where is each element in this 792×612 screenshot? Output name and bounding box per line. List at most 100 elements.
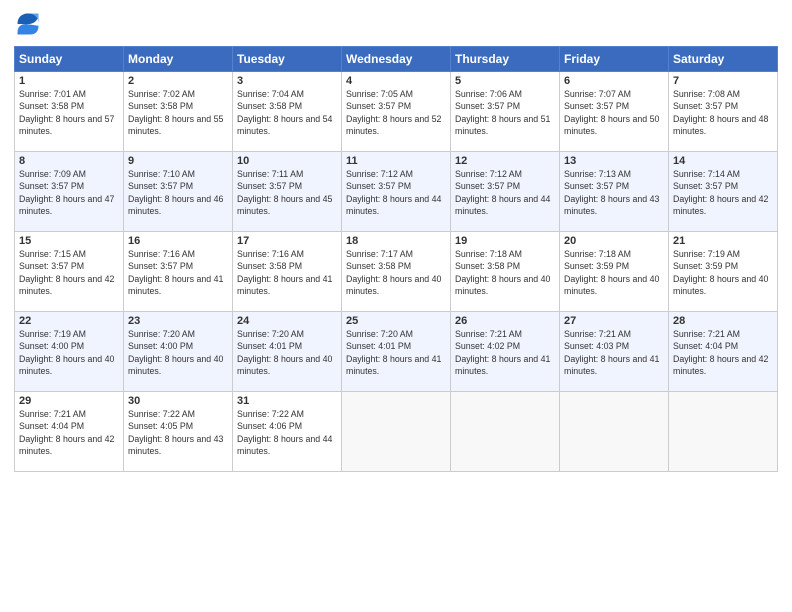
day-info: Sunrise: 7:20 AM Sunset: 4:01 PM Dayligh…: [346, 328, 446, 377]
daylight: Daylight: 8 hours and 42 minutes.: [673, 354, 768, 376]
calendar-cell: 26 Sunrise: 7:21 AM Sunset: 4:02 PM Dayl…: [451, 312, 560, 392]
header: [14, 10, 778, 38]
day-number: 30: [128, 395, 228, 407]
calendar-header-friday: Friday: [560, 47, 669, 72]
sunrise: Sunrise: 7:12 AM: [455, 169, 522, 179]
sunrise: Sunrise: 7:08 AM: [673, 89, 740, 99]
calendar-cell: 3 Sunrise: 7:04 AM Sunset: 3:58 PM Dayli…: [233, 72, 342, 152]
sunset: Sunset: 3:59 PM: [673, 261, 738, 271]
week-row-3: 15 Sunrise: 7:15 AM Sunset: 3:57 PM Dayl…: [15, 232, 778, 312]
sunrise: Sunrise: 7:01 AM: [19, 89, 86, 99]
sunrise: Sunrise: 7:21 AM: [455, 329, 522, 339]
daylight: Daylight: 8 hours and 40 minutes.: [19, 354, 114, 376]
calendar-cell: 10 Sunrise: 7:11 AM Sunset: 3:57 PM Dayl…: [233, 152, 342, 232]
daylight: Daylight: 8 hours and 52 minutes.: [346, 114, 441, 136]
day-info: Sunrise: 7:04 AM Sunset: 3:58 PM Dayligh…: [237, 88, 337, 137]
logo-icon: [14, 10, 42, 38]
day-info: Sunrise: 7:14 AM Sunset: 3:57 PM Dayligh…: [673, 168, 773, 217]
day-info: Sunrise: 7:22 AM Sunset: 4:06 PM Dayligh…: [237, 408, 337, 457]
day-info: Sunrise: 7:10 AM Sunset: 3:57 PM Dayligh…: [128, 168, 228, 217]
calendar-cell: 27 Sunrise: 7:21 AM Sunset: 4:03 PM Dayl…: [560, 312, 669, 392]
daylight: Daylight: 8 hours and 42 minutes.: [19, 274, 114, 296]
sunset: Sunset: 3:57 PM: [19, 261, 84, 271]
day-info: Sunrise: 7:20 AM Sunset: 4:01 PM Dayligh…: [237, 328, 337, 377]
daylight: Daylight: 8 hours and 41 minutes.: [237, 274, 332, 296]
sunset: Sunset: 3:57 PM: [346, 101, 411, 111]
daylight: Daylight: 8 hours and 40 minutes.: [346, 274, 441, 296]
daylight: Daylight: 8 hours and 43 minutes.: [128, 434, 223, 456]
sunrise: Sunrise: 7:05 AM: [346, 89, 413, 99]
sunset: Sunset: 3:59 PM: [564, 261, 629, 271]
day-info: Sunrise: 7:21 AM Sunset: 4:04 PM Dayligh…: [673, 328, 773, 377]
day-number: 9: [128, 155, 228, 167]
day-info: Sunrise: 7:12 AM Sunset: 3:57 PM Dayligh…: [346, 168, 446, 217]
sunset: Sunset: 4:05 PM: [128, 421, 193, 431]
day-info: Sunrise: 7:08 AM Sunset: 3:57 PM Dayligh…: [673, 88, 773, 137]
calendar-cell: 28 Sunrise: 7:21 AM Sunset: 4:04 PM Dayl…: [669, 312, 778, 392]
sunset: Sunset: 3:57 PM: [673, 181, 738, 191]
sunrise: Sunrise: 7:17 AM: [346, 249, 413, 259]
day-info: Sunrise: 7:16 AM Sunset: 3:58 PM Dayligh…: [237, 248, 337, 297]
day-number: 7: [673, 75, 773, 87]
day-number: 10: [237, 155, 337, 167]
sunrise: Sunrise: 7:15 AM: [19, 249, 86, 259]
sunrise: Sunrise: 7:21 AM: [19, 409, 86, 419]
sunset: Sunset: 3:58 PM: [346, 261, 411, 271]
calendar-cell: 24 Sunrise: 7:20 AM Sunset: 4:01 PM Dayl…: [233, 312, 342, 392]
day-info: Sunrise: 7:20 AM Sunset: 4:00 PM Dayligh…: [128, 328, 228, 377]
day-info: Sunrise: 7:15 AM Sunset: 3:57 PM Dayligh…: [19, 248, 119, 297]
day-number: 23: [128, 315, 228, 327]
calendar-cell: 6 Sunrise: 7:07 AM Sunset: 3:57 PM Dayli…: [560, 72, 669, 152]
day-number: 31: [237, 395, 337, 407]
week-row-1: 1 Sunrise: 7:01 AM Sunset: 3:58 PM Dayli…: [15, 72, 778, 152]
sunset: Sunset: 3:58 PM: [237, 261, 302, 271]
daylight: Daylight: 8 hours and 42 minutes.: [19, 434, 114, 456]
calendar-cell: 2 Sunrise: 7:02 AM Sunset: 3:58 PM Dayli…: [124, 72, 233, 152]
sunrise: Sunrise: 7:11 AM: [237, 169, 303, 179]
day-info: Sunrise: 7:19 AM Sunset: 3:59 PM Dayligh…: [673, 248, 773, 297]
day-number: 26: [455, 315, 555, 327]
daylight: Daylight: 8 hours and 44 minutes.: [237, 434, 332, 456]
calendar-header-monday: Monday: [124, 47, 233, 72]
sunset: Sunset: 4:04 PM: [673, 341, 738, 351]
daylight: Daylight: 8 hours and 46 minutes.: [128, 194, 223, 216]
daylight: Daylight: 8 hours and 55 minutes.: [128, 114, 223, 136]
sunset: Sunset: 3:57 PM: [455, 101, 520, 111]
day-number: 25: [346, 315, 446, 327]
sunrise: Sunrise: 7:04 AM: [237, 89, 304, 99]
page: SundayMondayTuesdayWednesdayThursdayFrid…: [0, 0, 792, 612]
day-info: Sunrise: 7:19 AM Sunset: 4:00 PM Dayligh…: [19, 328, 119, 377]
day-info: Sunrise: 7:06 AM Sunset: 3:57 PM Dayligh…: [455, 88, 555, 137]
calendar-header-wednesday: Wednesday: [342, 47, 451, 72]
daylight: Daylight: 8 hours and 40 minutes.: [128, 354, 223, 376]
sunset: Sunset: 4:03 PM: [564, 341, 629, 351]
sunrise: Sunrise: 7:13 AM: [564, 169, 631, 179]
day-number: 11: [346, 155, 446, 167]
calendar-header-tuesday: Tuesday: [233, 47, 342, 72]
daylight: Daylight: 8 hours and 44 minutes.: [346, 194, 441, 216]
calendar-cell: 13 Sunrise: 7:13 AM Sunset: 3:57 PM Dayl…: [560, 152, 669, 232]
calendar-header-saturday: Saturday: [669, 47, 778, 72]
day-info: Sunrise: 7:21 AM Sunset: 4:04 PM Dayligh…: [19, 408, 119, 457]
calendar-cell: 25 Sunrise: 7:20 AM Sunset: 4:01 PM Dayl…: [342, 312, 451, 392]
week-row-2: 8 Sunrise: 7:09 AM Sunset: 3:57 PM Dayli…: [15, 152, 778, 232]
sunset: Sunset: 3:57 PM: [673, 101, 738, 111]
sunrise: Sunrise: 7:21 AM: [673, 329, 740, 339]
daylight: Daylight: 8 hours and 41 minutes.: [128, 274, 223, 296]
daylight: Daylight: 8 hours and 40 minutes.: [673, 274, 768, 296]
calendar-cell: 1 Sunrise: 7:01 AM Sunset: 3:58 PM Dayli…: [15, 72, 124, 152]
sunrise: Sunrise: 7:18 AM: [455, 249, 522, 259]
day-info: Sunrise: 7:22 AM Sunset: 4:05 PM Dayligh…: [128, 408, 228, 457]
day-info: Sunrise: 7:02 AM Sunset: 3:58 PM Dayligh…: [128, 88, 228, 137]
sunset: Sunset: 4:04 PM: [19, 421, 84, 431]
week-row-4: 22 Sunrise: 7:19 AM Sunset: 4:00 PM Dayl…: [15, 312, 778, 392]
day-number: 6: [564, 75, 664, 87]
daylight: Daylight: 8 hours and 40 minutes.: [237, 354, 332, 376]
day-info: Sunrise: 7:16 AM Sunset: 3:57 PM Dayligh…: [128, 248, 228, 297]
calendar-cell: 15 Sunrise: 7:15 AM Sunset: 3:57 PM Dayl…: [15, 232, 124, 312]
day-number: 4: [346, 75, 446, 87]
day-info: Sunrise: 7:05 AM Sunset: 3:57 PM Dayligh…: [346, 88, 446, 137]
calendar-cell: 7 Sunrise: 7:08 AM Sunset: 3:57 PM Dayli…: [669, 72, 778, 152]
calendar-cell: 8 Sunrise: 7:09 AM Sunset: 3:57 PM Dayli…: [15, 152, 124, 232]
daylight: Daylight: 8 hours and 48 minutes.: [673, 114, 768, 136]
